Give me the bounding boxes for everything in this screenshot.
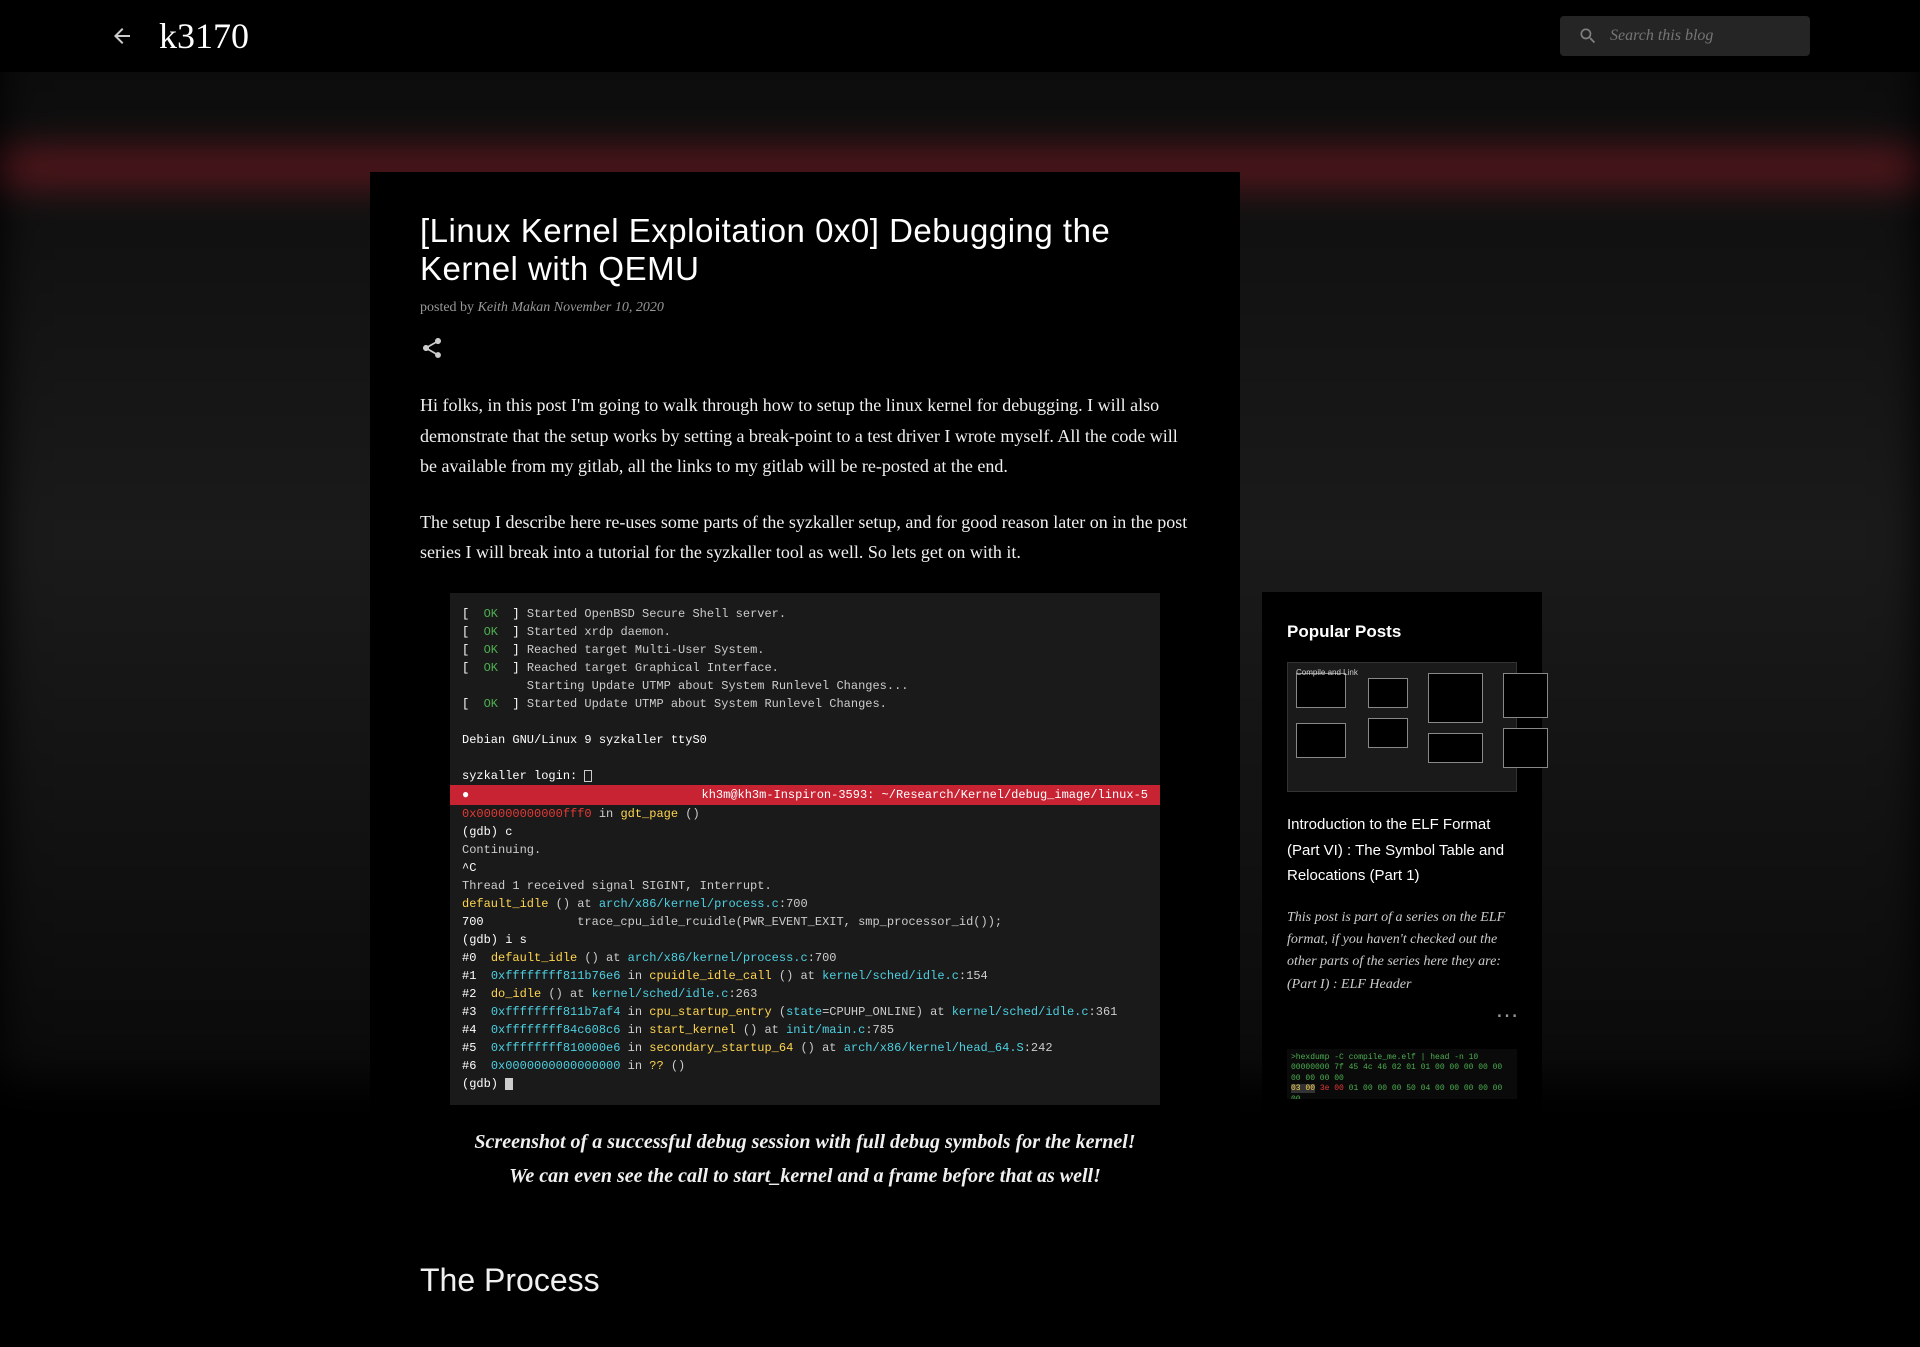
term-line: 700 trace_cpu_idle_rcuidle(PWR_EVENT_EXI… [450, 913, 1160, 931]
popular-posts-heading: Popular Posts [1287, 622, 1517, 642]
author-link[interactable]: Keith Makan [478, 300, 551, 315]
article-body: Hi folks, in this post I'm going to walk… [420, 390, 1190, 1307]
term-line: Starting Update UTMP about System Runlev… [450, 677, 1160, 695]
paragraph-1: Hi folks, in this post I'm going to walk… [420, 390, 1190, 482]
term-line: #2 do_idle () at kernel/sched/idle.c:263 [450, 985, 1160, 1003]
term-line [450, 749, 1160, 767]
more-link[interactable]: … [1287, 996, 1517, 1024]
term-line: ^C [450, 859, 1160, 877]
term-line: #6 0x0000000000000000 in ?? () [450, 1057, 1160, 1075]
term-line: [ OK ] Started OpenBSD Secure Shell serv… [450, 605, 1160, 623]
search-box[interactable] [1560, 16, 1810, 56]
term-line: (gdb) c [450, 823, 1160, 841]
term-line: #0 default_idle () at arch/x86/kernel/pr… [450, 949, 1160, 967]
search-icon [1578, 26, 1598, 46]
header-left: k3170 [110, 15, 249, 57]
term-line: 0x000000000000fff0 in gdt_page () [450, 805, 1160, 823]
term-line: #1 0xffffffff811b76e6 in cpuidle_idle_ca… [450, 967, 1160, 985]
popular-post-thumbnail-2[interactable]: >hexdump -C compile_me.elf | head -n 10 … [1287, 1049, 1517, 1099]
back-arrow-icon[interactable] [110, 24, 134, 48]
article: [Linux Kernel Exploitation 0x0] Debuggin… [370, 172, 1240, 1347]
term-line: (gdb) [450, 1075, 1160, 1093]
term-line: [ OK ] Started xrdp daemon. [450, 623, 1160, 641]
site-title[interactable]: k3170 [159, 15, 249, 57]
share-icon[interactable] [420, 336, 444, 360]
header: k3170 [0, 0, 1920, 72]
main-content: [Linux Kernel Exploitation 0x0] Debuggin… [0, 172, 1920, 1347]
term-line: Thread 1 received signal SIGINT, Interru… [450, 877, 1160, 895]
term-line: (gdb) i s [450, 931, 1160, 949]
term-line [450, 713, 1160, 731]
popular-post-title[interactable]: Introduction to the ELF Format (Part VI)… [1287, 812, 1517, 889]
term-line: #3 0xffffffff811b7af4 in cpu_startup_ent… [450, 1003, 1160, 1021]
section-heading: The Process [420, 1253, 1190, 1307]
term-line: Debian GNU/Linux 9 syzkaller ttyS0 [450, 731, 1160, 749]
popular-post-thumbnail[interactable]: Compile and Link [1287, 662, 1517, 792]
term-line: Continuing. [450, 841, 1160, 859]
popular-post-excerpt: This post is part of a series on the ELF… [1287, 907, 1517, 997]
sidebar: Popular Posts Compile and Link Introduct… [1262, 592, 1542, 1347]
posted-by-label: posted by [420, 300, 478, 315]
term-line: syzkaller login: [450, 767, 1160, 785]
term-line: #5 0xffffffff810000e6 in secondary_start… [450, 1039, 1160, 1057]
terminal-screenshot[interactable]: [ OK ] Started OpenBSD Secure Shell serv… [450, 593, 1160, 1105]
term-red-bar: ●kh3m@kh3m-Inspiron-3593: ~/Research/Ker… [450, 785, 1160, 805]
date-link[interactable]: November 10, 2020 [554, 300, 664, 315]
term-line: default_idle () at arch/x86/kernel/proce… [450, 895, 1160, 913]
term-line: [ OK ] Started Update UTMP about System … [450, 695, 1160, 713]
screenshot-caption: Screenshot of a successful debug session… [420, 1125, 1190, 1193]
term-line: [ OK ] Reached target Multi-User System. [450, 641, 1160, 659]
paragraph-2: The setup I describe here re-uses some p… [420, 507, 1190, 568]
article-meta: posted by Keith Makan November 10, 2020 [420, 300, 1190, 316]
article-title: [Linux Kernel Exploitation 0x0] Debuggin… [420, 212, 1190, 288]
search-input[interactable] [1610, 27, 1792, 45]
term-line: #4 0xffffffff84c608c6 in start_kernel ()… [450, 1021, 1160, 1039]
term-line: [ OK ] Reached target Graphical Interfac… [450, 659, 1160, 677]
